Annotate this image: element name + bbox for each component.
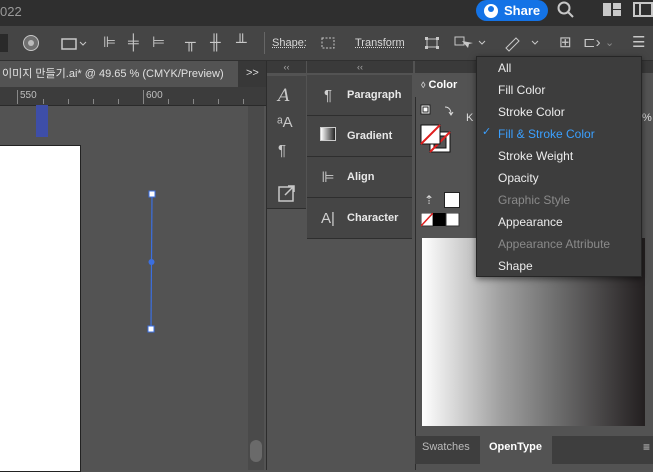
search-icon[interactable] xyxy=(557,1,575,19)
align-bottom-icon[interactable]: ╨ xyxy=(236,35,247,51)
align-left-icon[interactable]: ⊫ xyxy=(103,35,116,51)
menu-item: Graphic Style xyxy=(498,193,571,207)
title-bar xyxy=(0,0,653,26)
channel-percent: % xyxy=(642,112,652,124)
recolor-artwork-icon[interactable] xyxy=(22,34,40,52)
glyphs-icon[interactable]: ¶ xyxy=(278,143,286,159)
ruler-tick xyxy=(143,90,144,104)
anchor-point[interactable] xyxy=(148,190,156,198)
paragraph-icon: ¶ xyxy=(323,86,333,104)
window-title: 022 xyxy=(0,4,22,19)
gradient-panel-button[interactable]: Gradient xyxy=(307,116,412,157)
align-icon: ⊫ xyxy=(321,169,335,186)
selected-line-path[interactable] xyxy=(140,185,164,335)
anchor-point[interactable] xyxy=(147,325,155,333)
align-vertical-center-icon[interactable]: ╫ xyxy=(210,35,221,51)
out-of-gamut-icon[interactable]: ⇡ xyxy=(424,193,434,207)
collapse-dock-button[interactable]: ‹‹ xyxy=(307,61,413,73)
horizontal-ruler[interactable]: 550 600 xyxy=(0,87,266,106)
align-to-selection-icon[interactable] xyxy=(60,34,88,52)
document-tab[interactable]: 이미지 만들기.ai* @ 49.65 % (CMYK/Preview) xyxy=(0,61,238,87)
align-top-icon[interactable]: ╥ xyxy=(185,35,196,51)
channel-label-k: K xyxy=(466,112,474,124)
ruler-label-600: 600 xyxy=(146,90,163,101)
menu-item[interactable]: Fill Color xyxy=(498,83,545,97)
menu-item: Appearance Attribute xyxy=(498,237,611,251)
ruler-tick xyxy=(93,99,94,104)
align-horizontal-center-icon[interactable]: ╪ xyxy=(128,35,139,51)
more-options-icon[interactable]: ☰ xyxy=(632,35,645,51)
align-label: Align xyxy=(347,171,375,183)
ruler-tick xyxy=(68,99,69,104)
ruler-tick xyxy=(118,99,119,104)
person-icon xyxy=(484,3,498,18)
black-swatch xyxy=(433,213,446,226)
document-tab-title: 이미지 만들기.ai* @ 49.65 % (CMYK/Preview) xyxy=(2,68,224,80)
share-label: Share xyxy=(504,3,541,18)
recolor-options-icon[interactable]: ⊏› xyxy=(583,35,601,51)
export-icon[interactable] xyxy=(277,183,297,203)
gradient-label: Gradient xyxy=(347,130,393,142)
align-right-icon[interactable]: ⊨ xyxy=(152,35,165,51)
ruler-tick xyxy=(168,99,169,104)
character-panel-button[interactable]: A| Character xyxy=(307,198,412,239)
arrange-documents-icon[interactable] xyxy=(602,2,622,18)
checkmark-icon: ✓ xyxy=(482,126,492,138)
share-button[interactable]: Share xyxy=(476,0,548,21)
fill-stroke-widget[interactable] xyxy=(420,104,460,156)
color-tab[interactable]: ◊ Color xyxy=(415,73,463,97)
select-same-icon[interactable] xyxy=(453,34,489,52)
shape-properties-icon[interactable] xyxy=(319,35,337,51)
menu-item[interactable]: Fill & Stroke Color xyxy=(498,127,595,141)
diamond-icon: ◊ xyxy=(421,80,426,90)
stroke-swatch[interactable] xyxy=(0,34,8,52)
menu-item[interactable]: All xyxy=(498,61,511,75)
center-point xyxy=(148,259,155,265)
chevron-down-icon[interactable]: ⌄ xyxy=(605,35,614,51)
menu-item[interactable]: Stroke Color xyxy=(498,105,565,119)
paragraph-label: Paragraph xyxy=(347,89,402,101)
ruler-tick xyxy=(43,99,44,104)
default-colors-icon xyxy=(420,104,431,115)
shape-button[interactable]: Shape: xyxy=(272,37,307,49)
white-swatch xyxy=(445,213,460,227)
vertical-scrollbar[interactable] xyxy=(248,106,264,470)
workspace-switcher-icon[interactable] xyxy=(633,2,653,18)
character-label: Character xyxy=(347,212,399,224)
last-color-swatch[interactable] xyxy=(444,192,460,208)
menu-item[interactable]: Appearance xyxy=(498,215,563,229)
transform-bounds-icon[interactable] xyxy=(423,35,441,51)
tab-overflow-button[interactable]: >> xyxy=(246,67,259,79)
transform-button[interactable]: Transform xyxy=(355,37,405,49)
tab-swatches[interactable]: Swatches xyxy=(422,441,470,453)
color-tab-label: Color xyxy=(428,79,458,91)
character-icon: A| xyxy=(321,209,335,227)
ruler-tick xyxy=(218,99,219,104)
ruler-selection-marker xyxy=(36,105,48,137)
menu-item[interactable]: Stroke Weight xyxy=(498,149,573,163)
ruler-tick xyxy=(17,90,18,104)
menu-item[interactable]: Opacity xyxy=(498,171,539,185)
align-panel-button[interactable]: ⊫ Align xyxy=(307,157,412,198)
select-similar-objects-icon[interactable] xyxy=(503,34,541,52)
swap-colors-icon xyxy=(444,106,454,116)
gradient-icon xyxy=(319,127,337,145)
ruler-tick xyxy=(243,99,244,104)
ruler-label-550: 550 xyxy=(20,90,37,101)
divider xyxy=(264,32,265,54)
panel-menu-icon[interactable]: ≡ xyxy=(643,440,650,454)
isolate-group-icon[interactable]: ⊞ xyxy=(559,35,572,51)
paragraph-styles-icon[interactable]: ᵃA xyxy=(277,115,293,131)
collapse-column-button[interactable]: ‹‹ xyxy=(267,61,306,73)
paragraph-panel-button[interactable]: ¶ Paragraph xyxy=(307,75,412,116)
tab-opentype[interactable]: OpenType xyxy=(489,441,542,453)
ruler-tick xyxy=(193,99,194,104)
character-styles-icon[interactable]: A xyxy=(278,88,290,105)
artboard[interactable] xyxy=(0,145,81,472)
vertical-scrollbar-thumb[interactable] xyxy=(250,440,262,462)
quick-swatches[interactable] xyxy=(421,213,461,227)
menu-item[interactable]: Shape xyxy=(498,259,533,273)
